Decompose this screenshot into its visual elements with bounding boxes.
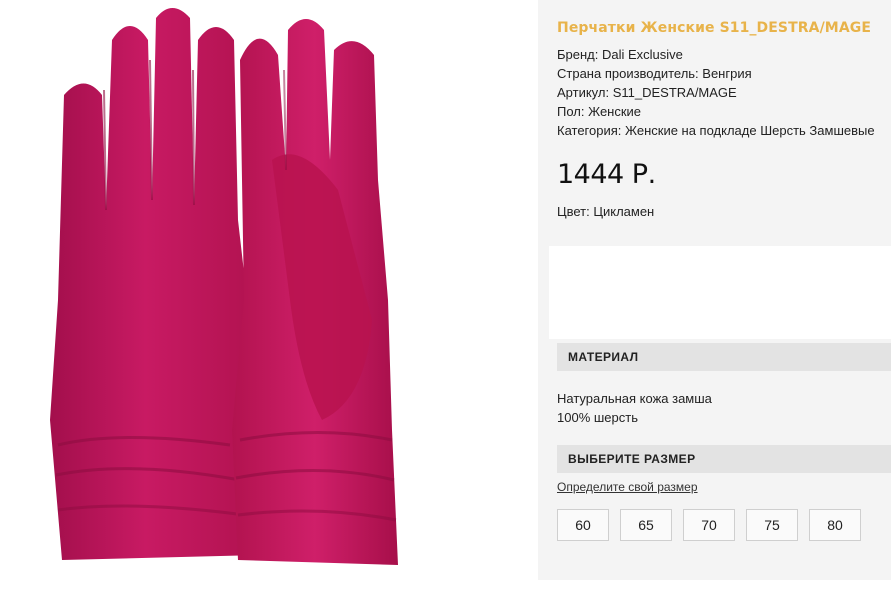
blank-panel bbox=[549, 246, 891, 339]
size-options: 60 65 70 75 80 bbox=[557, 509, 861, 541]
size-option-65[interactable]: 65 bbox=[620, 509, 672, 541]
product-price: 1444 Р. bbox=[557, 159, 656, 190]
material-line: Натуральная кожа замша bbox=[557, 391, 712, 406]
size-option-70[interactable]: 70 bbox=[683, 509, 735, 541]
material-heading: МАТЕРИАЛ bbox=[557, 343, 891, 371]
material-line: 100% шерсть bbox=[557, 410, 638, 425]
size-option-75[interactable]: 75 bbox=[746, 509, 798, 541]
page-footer-gap bbox=[0, 580, 891, 599]
product-title: Перчатки Женские S11_DESTRA/MAGE bbox=[557, 20, 872, 36]
spec-brand: Бренд: Dali Exclusive bbox=[557, 47, 683, 62]
material-description: Натуральная кожа замша 100% шерсть bbox=[557, 389, 712, 427]
material-heading-label: МАТЕРИАЛ bbox=[568, 350, 639, 364]
spec-category: Категория: Женские на подкладе Шерсть За… bbox=[557, 123, 875, 138]
spec-article: Артикул: S11_DESTRA/MAGE bbox=[557, 85, 737, 100]
gloves-image bbox=[50, 8, 398, 565]
spec-gender: Пол: Женские bbox=[557, 104, 642, 119]
product-image[interactable] bbox=[0, 0, 538, 580]
size-guide-link[interactable]: Определите свой размер bbox=[557, 480, 698, 494]
product-specs: Бренд: Dali Exclusive Страна производите… bbox=[557, 45, 875, 140]
glove-back bbox=[50, 8, 262, 560]
size-heading-label: ВЫБЕРИТЕ РАЗМЕР bbox=[568, 452, 696, 466]
spec-country: Страна производитель: Венгрия bbox=[557, 66, 752, 81]
size-option-60[interactable]: 60 bbox=[557, 509, 609, 541]
size-heading: ВЫБЕРИТЕ РАЗМЕР bbox=[557, 445, 891, 473]
glove-front bbox=[232, 19, 398, 565]
size-option-80[interactable]: 80 bbox=[809, 509, 861, 541]
product-color: Цвет: Цикламен bbox=[557, 204, 655, 219]
product-info-panel: Перчатки Женские S11_DESTRA/MAGE Бренд: … bbox=[538, 0, 891, 580]
